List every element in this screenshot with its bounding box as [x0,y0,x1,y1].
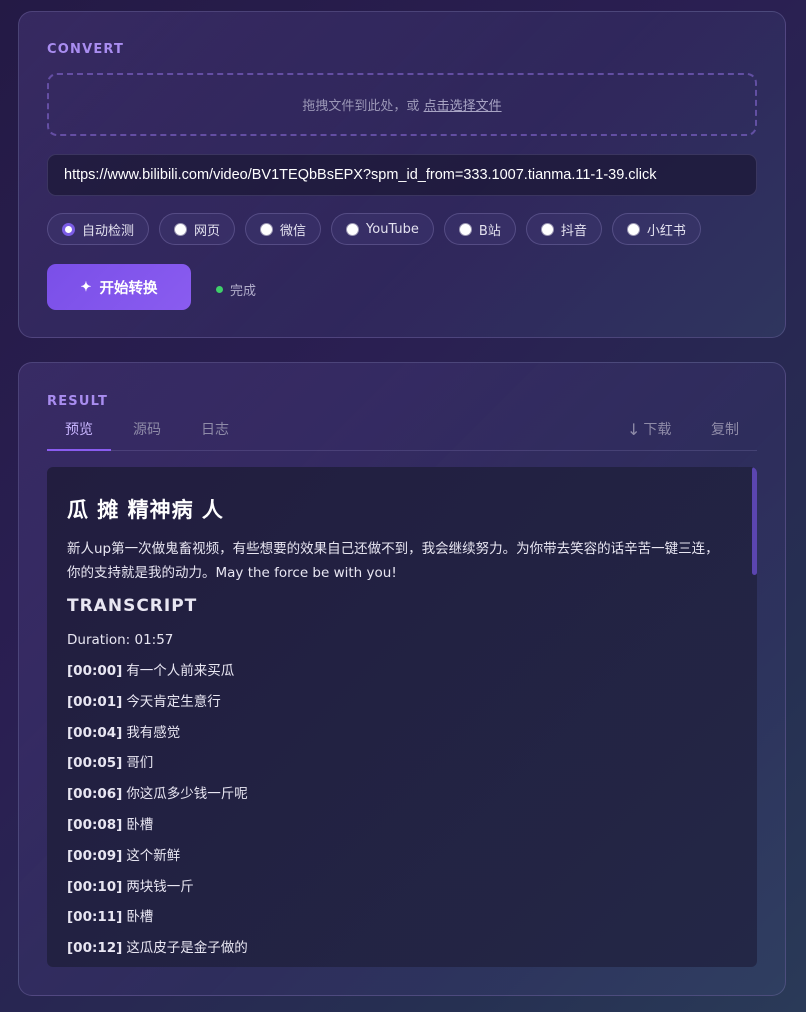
timestamp: [00:10] [67,878,123,895]
line-text: 今天肯定生意行 [126,693,221,710]
source-option-label: YouTube [366,221,419,237]
line-text: 我有感觉 [126,724,181,741]
timestamp: [00:12] [67,940,123,957]
url-input[interactable] [47,154,757,196]
copy-button[interactable]: 复制 [711,419,739,439]
preview-panel[interactable]: 瓜 摊 精神病 人 新人up第一次做鬼畜视频，有些想要的效果自己还做不到，我会继… [47,467,757,967]
transcript-line: [00:10] 两块钱一斤 [67,878,727,909]
download-label: 下载 [643,422,672,438]
line-text: 卧槽 [126,816,154,833]
convert-section-label: CONVERT [47,42,125,57]
source-option-youtube[interactable]: YouTube [331,213,434,245]
status-indicator: 完成 [216,280,256,299]
source-option-web[interactable]: 网页 [159,213,236,245]
transcript-line: [00:06] 你这瓜多少钱一斤呢 [67,785,727,816]
duration-text: Duration: 01:57 [67,632,174,648]
line-text: 卧槽 [126,909,154,926]
line-text: 这瓜皮子是金子做的 [126,940,248,957]
status-dot-icon [216,286,223,293]
tab-source[interactable]: 源码 [119,419,175,451]
source-option-label: B站 [478,223,501,239]
sparkle-icon: ✦ [80,279,92,294]
transcript-line: [00:05] 哥们 [67,754,727,785]
timestamp: [00:01] [67,693,123,710]
status-text: 完成 [230,284,257,299]
result-card: RESULT 预览 源码 日志 ↓ 下载 复制 瓜 摊 精神病 人 新人up第一… [18,362,786,996]
transcript-line: [00:01] 今天肯定生意行 [67,693,727,724]
radio-icon [458,222,472,236]
source-option-auto[interactable]: 自动检测 [47,213,150,245]
source-option-wechat[interactable]: 微信 [245,213,322,245]
transcript-line: [00:08] 卧槽 [67,816,727,847]
source-option-label: 抖音 [560,223,587,239]
download-button[interactable]: ↓ 下载 [627,419,671,439]
file-dropzone[interactable]: 拖拽文件到此处，或 点击选择文件 [47,73,757,136]
transcript-line: [00:11] 卧槽 [67,908,727,939]
source-radio-group: 自动检测 网页 微信 YouTube B站 抖音 小红书 [47,213,711,245]
timestamp: [00:05] [67,755,123,772]
start-convert-button[interactable]: ✦ 开始转换 [47,264,191,310]
line-text: 这个新鲜 [126,847,181,864]
timestamp: [00:06] [67,786,123,803]
dropzone-text: 拖拽文件到此处，或 [302,99,420,114]
choose-file-link[interactable]: 点击选择文件 [424,95,502,114]
line-text: 两块钱一斤 [126,878,194,895]
line-text: 你这瓜多少钱一斤呢 [126,786,248,803]
transcript-heading: TRANSCRIPT [67,596,198,616]
preview-scrollbar[interactable] [752,467,757,575]
start-convert-label: 开始转换 [99,280,158,297]
transcript-line: [00:09] 这个新鲜 [67,847,727,878]
source-option-label: 小红书 [646,223,686,239]
timestamp: [00:09] [67,847,123,864]
source-option-bilibili[interactable]: B站 [443,213,516,245]
line-text: 哥们 [126,755,154,772]
doc-description: 新人up第一次做鬼畜视频，有些想要的效果自己还做不到，我会继续努力。为你带去笑容… [67,541,719,581]
transcript-line: [00:04] 我有感觉 [67,724,727,755]
timestamp: [00:08] [67,816,123,833]
timestamp: [00:11] [67,909,123,926]
source-option-label: 网页 [194,223,221,239]
tab-preview[interactable]: 预览 [47,419,111,451]
radio-icon [260,222,274,236]
transcript-line: [00:00] 有一个人前来买瓜 [67,662,727,693]
source-option-label: 微信 [280,223,307,239]
source-option-xiaohongshu[interactable]: 小红书 [611,213,701,245]
timestamp: [00:00] [67,663,123,679]
download-arrow-icon: ↓ [627,419,641,439]
line-text: 有一个人前来买瓜 [126,663,235,679]
doc-title: 瓜 摊 精神病 人 [67,498,224,522]
radio-icon [62,222,75,236]
source-option-label: 自动检测 [82,223,135,239]
tab-log[interactable]: 日志 [187,419,243,451]
transcript-line: [00:12] 这瓜皮子是金子做的 [67,939,727,967]
timestamp: [00:04] [67,724,123,741]
radio-icon [626,222,640,236]
radio-icon [346,222,360,236]
result-section-label: RESULT [47,394,109,409]
source-option-douyin[interactable]: 抖音 [525,213,602,245]
radio-icon [174,222,188,236]
preview-content: 瓜 摊 精神病 人 新人up第一次做鬼畜视频，有些想要的效果自己还做不到，我会继… [67,497,727,967]
radio-icon [540,222,554,236]
result-tabs: 预览 源码 日志 ↓ 下载 复制 [47,419,757,451]
convert-card: CONVERT 拖拽文件到此处，或 点击选择文件 自动检测 网页 微信 YouT… [18,11,786,338]
